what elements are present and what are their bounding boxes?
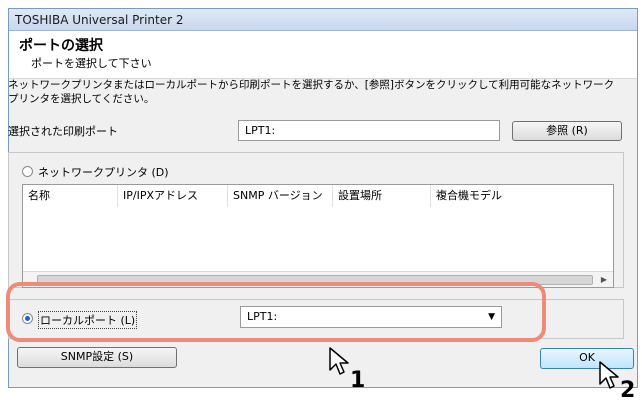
step-callout-2: 2 [620, 378, 636, 403]
window-title: TOSHIBA Universal Printer 2 [15, 13, 184, 27]
description-text: ネットワークプリンタまたはローカルポートから印刷ポートを選択するか、[参照]ボタ… [8, 79, 615, 105]
scroll-right-arrow-icon[interactable]: ▶ [597, 274, 611, 286]
column-header-location[interactable]: 設置場所 [333, 185, 431, 207]
network-printer-list[interactable]: 名称 IP/IPXアドレス SNMP バージョン 設置場所 複合機モデル ▶ [22, 184, 614, 288]
network-printer-radio[interactable] [22, 166, 33, 177]
local-port-highlight [6, 282, 546, 342]
column-header-snmp-version[interactable]: SNMP バージョン [228, 185, 333, 207]
selected-port-label: 選択された印刷ポート [8, 125, 118, 138]
title-bar: TOSHIBA Universal Printer 2 [9, 9, 637, 31]
snmp-settings-button[interactable]: SNMP設定 (S) [17, 347, 177, 368]
network-printer-radio-label[interactable]: ネットワークプリンタ (D) [38, 164, 169, 180]
dialog-header: ポートの選択 ポートを選択して下さい [9, 31, 637, 79]
step-callout-1: 1 [350, 368, 366, 393]
header-title: ポートの選択 [19, 38, 103, 54]
column-header-mfp-model[interactable]: 複合機モデル [431, 185, 613, 207]
browse-button[interactable]: 参照 (R) [512, 121, 622, 141]
header-subtitle: ポートを選択して下さい [31, 57, 152, 70]
column-header-name[interactable]: 名称 [23, 185, 118, 207]
selected-port-field[interactable]: LPT1: [238, 120, 500, 141]
column-header-address[interactable]: IP/IPXアドレス [118, 185, 228, 207]
